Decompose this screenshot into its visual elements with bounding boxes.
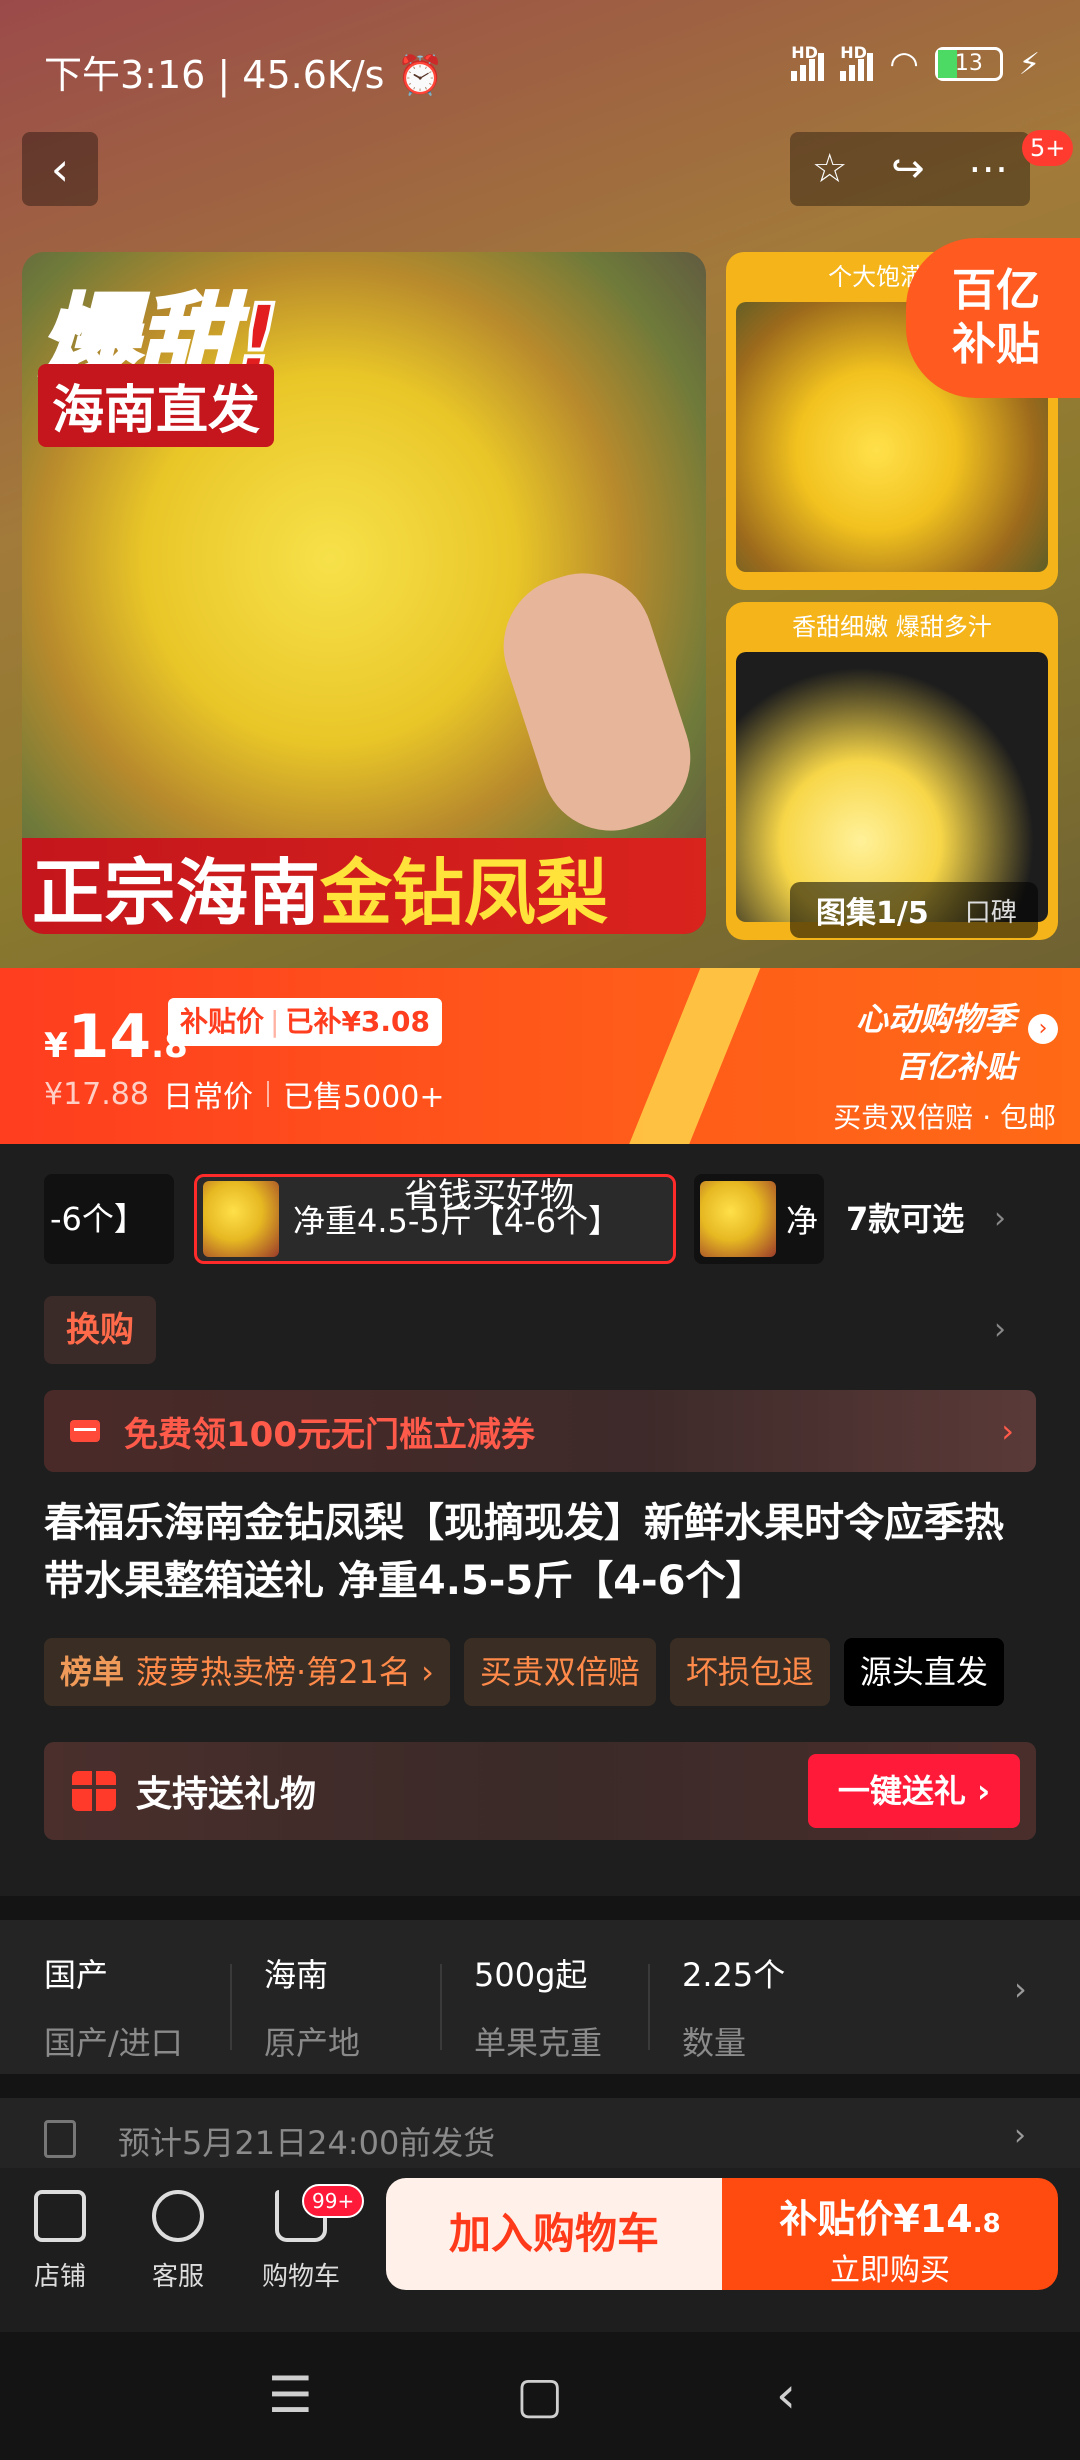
chevron-right-icon: ›: [1014, 2118, 1026, 2153]
message-badge: 5+: [1022, 130, 1074, 166]
sku-thumb: [700, 1181, 776, 1257]
spec-divider: [440, 1964, 442, 2050]
add-to-cart-button[interactable]: 加入购物车: [386, 2178, 722, 2290]
sku-option-prev[interactable]: -6个】: [44, 1174, 174, 1264]
spec-origin: 海南 原产地: [264, 1956, 361, 2062]
thumb-caption: 香甜细嫩 爆甜多汁: [792, 613, 992, 641]
gallery-counter[interactable]: 图集1/5 口碑: [790, 882, 1038, 938]
damage-refund-tag[interactable]: 坏损包退: [669, 1638, 830, 1706]
sku-more-count[interactable]: 7款可选: [846, 1174, 964, 1264]
status-bar: 下午3:16 | 45.6K/s ⏰ HD HD ◠ 13 ⚡: [0, 0, 1080, 130]
shipping-text: 预计5月21日24:00前发货: [118, 2124, 496, 2162]
gift-text: 支持送礼物: [136, 1774, 317, 1815]
store-icon: [34, 2190, 86, 2242]
smile-icon: [152, 2190, 204, 2242]
old-price: ¥17.88: [44, 1076, 149, 1112]
rank-tag[interactable]: 榜单 菠萝热卖榜·第21名 ›: [44, 1638, 450, 1706]
charging-icon: ⚡: [1018, 46, 1040, 82]
main-image-banner: 正宗海南 金钻凤梨: [22, 838, 706, 934]
cart-badge: 99+: [302, 2184, 365, 2218]
subsidy-badge: 百亿 补贴: [906, 238, 1080, 398]
coupon-icon: [70, 1420, 100, 1442]
chevron-right-icon: ›: [1014, 1970, 1027, 2008]
menu-icon[interactable]: ☰: [268, 2366, 313, 2424]
chevron-right-icon[interactable]: ›: [994, 1174, 1006, 1264]
buy-price: 补贴价¥14.8: [779, 2197, 1001, 2241]
sold-count: 已售5000+: [282, 1080, 445, 1115]
top-action-group: ☆ ↪ ⋯: [790, 132, 1030, 206]
signal-icon-2: HD: [840, 43, 874, 81]
hand-illustration: [485, 555, 706, 849]
status-icons: HD HD ◠ 13 ⚡: [791, 43, 1040, 84]
reviews-label[interactable]: 口碑: [929, 892, 1017, 929]
banner-yellow-text: 金钻凤梨: [320, 850, 609, 935]
spec-divider: [230, 1964, 232, 2050]
gift-banner: 支持送礼物 一键送礼 ›: [44, 1742, 1036, 1840]
overlay-slogan: 省钱买好物: [404, 1176, 574, 1216]
sku-selector: -6个】 净重4.5-5斤【4-6个】 净 7款可选 › 省钱买好物: [0, 1174, 1080, 1264]
buy-now-button[interactable]: 补贴价¥14.8 立即购买: [722, 2178, 1058, 2290]
shipping-icon: [44, 2120, 76, 2158]
main-product-image[interactable]: 爆甜! 海南直发 正宗海南 金钻凤梨: [22, 252, 706, 934]
chevron-left-icon: ‹: [50, 142, 70, 196]
coupon-banner[interactable]: 免费领100元无门槛立减券 ›: [44, 1390, 1036, 1472]
status-time: 下午3:16 | 45.6K/s ⏰: [44, 53, 444, 97]
source-direct-tag[interactable]: 源头直发: [843, 1638, 1004, 1706]
section-divider: [0, 2074, 1080, 2098]
shop-button[interactable]: 店铺: [34, 2190, 86, 2293]
customer-service-button[interactable]: 客服: [152, 2190, 204, 2293]
share-icon[interactable]: ↪: [891, 146, 925, 192]
spec-origin-type: 国产 国产/进口: [44, 1956, 183, 2062]
spec-divider: [648, 1964, 650, 2050]
wifi-icon: ◠: [889, 44, 919, 84]
banner-white-text: 正宗海南: [32, 850, 321, 935]
price-band: ¥14.8 补贴价 | 已补¥3.08 ¥17.88 日常价 已售5000+ 心动购…: [0, 968, 1080, 1144]
spec-panel[interactable]: 国产 国产/进口 海南 原产地 500g起 单果克重 2.25个 数量 ›: [0, 1920, 1080, 2074]
bottom-action-bar: 店铺 客服 购物车 99+ 加入购物车 补贴价¥14.8 立即购买: [0, 2168, 1080, 2332]
price-secondary-row: ¥17.88 日常价 已售5000+: [44, 1072, 444, 1116]
spec-weight: 500g起 单果克重: [474, 1956, 603, 2062]
chevron-right-icon[interactable]: ›: [994, 1296, 1006, 1364]
cart-button[interactable]: 购物车 99+: [262, 2184, 365, 2293]
back-icon[interactable]: ‹: [776, 2366, 796, 2424]
back-button[interactable]: ‹: [22, 132, 98, 206]
buy-label: 立即购买: [830, 2253, 950, 2288]
home-icon[interactable]: ▢: [516, 2366, 563, 2424]
sku-option-next[interactable]: 净: [694, 1174, 824, 1264]
swap-buy-button[interactable]: 换购: [44, 1296, 156, 1364]
section-divider: [0, 1896, 1080, 1920]
tag-row: 榜单 菠萝热卖榜·第21名 › 买贵双倍赔 坏损包退 源头直发: [44, 1638, 1080, 1706]
spec-quantity: 2.25个 数量: [682, 1956, 786, 2062]
divider: [266, 1081, 269, 1107]
chevron-right-icon: ›: [1001, 1412, 1014, 1450]
gallery-label: 图集1/5: [816, 896, 929, 931]
main-image-subtitle: 海南直发: [38, 364, 275, 447]
decorative-slash: [623, 968, 765, 1144]
current-price: ¥14.8: [44, 1002, 188, 1072]
hero-section: 下午3:16 | 45.6K/s ⏰ HD HD ◠ 13 ⚡ ‹ ☆ ↪ ⋯ …: [0, 0, 1080, 968]
subsidy-tag: 补贴价 | 已补¥3.08: [168, 998, 443, 1046]
battery-icon: 13: [934, 47, 1003, 81]
gift-icon: [72, 1771, 116, 1811]
favorite-star-icon[interactable]: ☆: [812, 146, 848, 192]
chevron-right-icon: ›: [1028, 1014, 1058, 1044]
coupon-text: 免费领100元无门槛立减券: [124, 1414, 535, 1455]
signal-icon: HD: [791, 43, 825, 81]
system-navigation-bar: ☰ ▢ ‹: [0, 2332, 1080, 2460]
shipping-row[interactable]: 预计5月21日24:00前发货 ›: [0, 2098, 1080, 2168]
promo-block[interactable]: 心动购物季 百亿补贴 买贵双倍赔 · 包邮 ›: [833, 994, 1058, 1136]
more-icon[interactable]: ⋯: [968, 146, 1008, 192]
send-gift-button[interactable]: 一键送礼 ›: [808, 1754, 1020, 1828]
product-title: 春福乐海南金钻凤梨【现摘现发】新鲜水果时令应季热带水果整箱送礼 净重4.5-5斤…: [44, 1500, 1004, 1604]
old-price-label: 日常价: [162, 1080, 253, 1115]
double-compensation-tag[interactable]: 买贵双倍赔: [463, 1638, 656, 1706]
sku-thumb: [203, 1181, 279, 1257]
